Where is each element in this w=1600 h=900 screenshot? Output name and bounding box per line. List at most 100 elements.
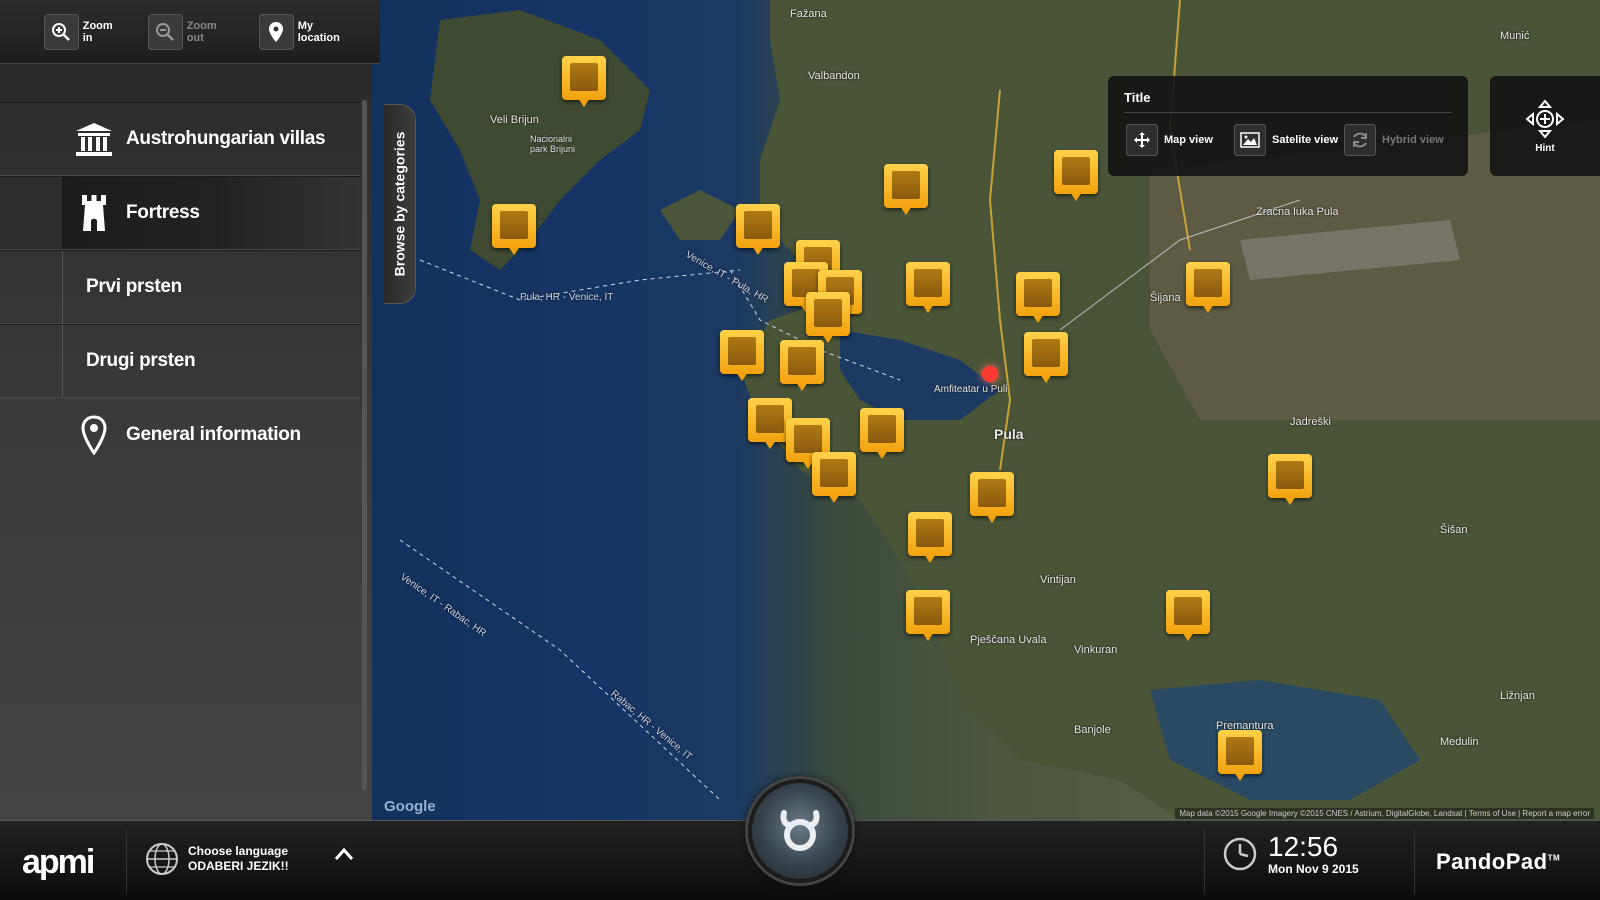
zoom-in-label: Zoom in [82, 19, 113, 44]
divider [1414, 829, 1415, 893]
menu-item-label: Austrohungarian villas [126, 128, 326, 149]
map-label: Pješčana Uvala [970, 634, 1047, 646]
city-label: Pula [994, 426, 1024, 442]
location-pin-icon [258, 13, 294, 50]
map-pin[interactable] [908, 512, 952, 564]
map-label: Nacionalni park Brijuni [530, 134, 576, 154]
zoom-out-label: Zoom out [186, 19, 217, 44]
map-pin[interactable] [1186, 262, 1230, 314]
map-toolbar: Zoom in Zoom out My location [0, 0, 380, 64]
map-view-label: Map view [1164, 134, 1213, 146]
map-label: Medulin [1440, 736, 1479, 748]
map-label: Šišan [1440, 524, 1468, 536]
refresh-icon [1344, 124, 1376, 156]
map-pin[interactable] [884, 164, 928, 216]
zoom-out-icon [147, 13, 183, 50]
zoom-out-button[interactable]: Zoom out [147, 13, 235, 50]
my-location-button[interactable]: My location [258, 13, 356, 50]
map-pin[interactable] [860, 408, 904, 460]
menu-item-general-information[interactable]: General information [0, 398, 360, 472]
clock-date: Mon Nov 9 2015 [1268, 862, 1359, 876]
hint-label: Hint [1535, 142, 1555, 154]
current-location-marker[interactable] [982, 366, 998, 382]
browse-by-categories-tab[interactable]: Browse by categories [384, 104, 416, 304]
map-view-button[interactable]: Map view [1126, 124, 1213, 156]
map-label: Munić [1500, 30, 1530, 42]
language-title: Choose language [188, 844, 289, 858]
menu-item-austrohungarian-villas[interactable]: Austrohungarian villas [0, 102, 360, 176]
home-button[interactable] [748, 779, 852, 883]
menu-item-prvi-prsten[interactable]: Prvi prsten [0, 250, 360, 324]
map-label: Amfiteatar u Puli [934, 384, 1008, 395]
my-location-label: My location [297, 19, 340, 44]
map-pin[interactable] [1166, 590, 1210, 642]
map-pin[interactable] [780, 340, 824, 392]
move-arrows-icon [1525, 98, 1565, 139]
map-label: Valbandon [808, 70, 860, 82]
fortress-tower-icon [70, 189, 118, 237]
map-pin[interactable] [562, 56, 606, 108]
chevron-up-icon [334, 847, 354, 860]
move-arrows-icon [1126, 124, 1158, 156]
clock-icon [1223, 837, 1257, 871]
language-subtitle: ODABERI JEZIK!! [188, 859, 289, 873]
zoom-in-button[interactable]: Zoom in [44, 13, 124, 50]
hint-button[interactable]: Hint [1490, 76, 1600, 176]
clock-time: 12:56 [1268, 831, 1339, 862]
map-label: Jadreški [1290, 416, 1331, 428]
menu-item-label: Drugi prsten [86, 350, 196, 371]
divider [1124, 112, 1452, 113]
map-pin[interactable] [1054, 150, 1098, 202]
map-pin[interactable] [720, 330, 764, 382]
trademark: TM [1547, 853, 1561, 863]
language-expand-button[interactable] [334, 847, 354, 866]
category-sidebar: Austrohungarian villas Fortress Prvi prs… [0, 64, 372, 820]
map-pin[interactable] [1218, 730, 1262, 782]
zoom-in-icon [44, 13, 79, 50]
hybrid-view-button[interactable]: Hybrid view [1344, 124, 1444, 156]
map-pin[interactable] [906, 590, 950, 642]
menu-item-fortress[interactable]: Fortress [0, 176, 360, 250]
map-pin[interactable] [492, 204, 536, 256]
map-label: Veli Brijun [490, 114, 539, 126]
browse-tab-label: Browse by categories [391, 131, 408, 277]
building-columns-icon [70, 115, 118, 163]
map-pin[interactable] [1268, 454, 1312, 506]
language-selector[interactable]: Choose language ODABERI JEZIK!! [144, 841, 289, 877]
bottom-bar: apmi Choose language ODABERI JEZIK!! 12:… [0, 779, 1600, 900]
map-pin[interactable] [1024, 332, 1068, 384]
menu-item-drugi-prsten[interactable]: Drugi prsten [0, 324, 360, 398]
google-logo: Google [384, 798, 436, 815]
divider [1204, 829, 1205, 893]
map-label: Fažana [790, 8, 827, 20]
map-label: Banjole [1074, 724, 1111, 736]
menu-item-label: Prvi prsten [86, 276, 182, 297]
map-attribution[interactable]: Map data ©2015 Google Imagery ©2015 CNES… [1175, 808, 1594, 819]
map-pin[interactable] [806, 292, 850, 344]
satellite-view-button[interactable]: Satelite view [1234, 124, 1338, 156]
map-pin[interactable] [812, 452, 856, 504]
divider [126, 829, 127, 893]
sidebar-scrollbar[interactable] [362, 100, 367, 790]
map-label: Šijana [1150, 292, 1181, 304]
pandopad-logo: PandoPadTM [1436, 849, 1560, 875]
view-panel-title: Title [1124, 90, 1151, 105]
map-pin[interactable] [906, 262, 950, 314]
map-label: Ližnjan [1500, 690, 1535, 702]
map-pin[interactable] [970, 472, 1014, 524]
map-pin[interactable] [736, 204, 780, 256]
menu-item-label: Fortress [126, 202, 200, 223]
satellite-view-label: Satelite view [1272, 134, 1339, 146]
globe-icon [146, 843, 178, 875]
clock: 12:56 Mon Nov 9 2015 [1222, 833, 1359, 875]
image-icon [1234, 124, 1266, 156]
map-label: Vintijan [1040, 574, 1076, 586]
brand-name: PandoPad [1436, 849, 1548, 874]
hybrid-view-label: Hybrid view [1382, 134, 1444, 146]
map-label: Vinkuran [1074, 644, 1118, 656]
apmi-logo: apmi [22, 843, 95, 881]
map-view-panel: Title Map view Satelite view Hybrid view [1108, 76, 1468, 176]
map-pin[interactable] [1016, 272, 1060, 324]
map-label: Zračna luka Pula [1256, 206, 1339, 218]
category-menu: Austrohungarian villas Fortress Prvi prs… [0, 102, 360, 472]
